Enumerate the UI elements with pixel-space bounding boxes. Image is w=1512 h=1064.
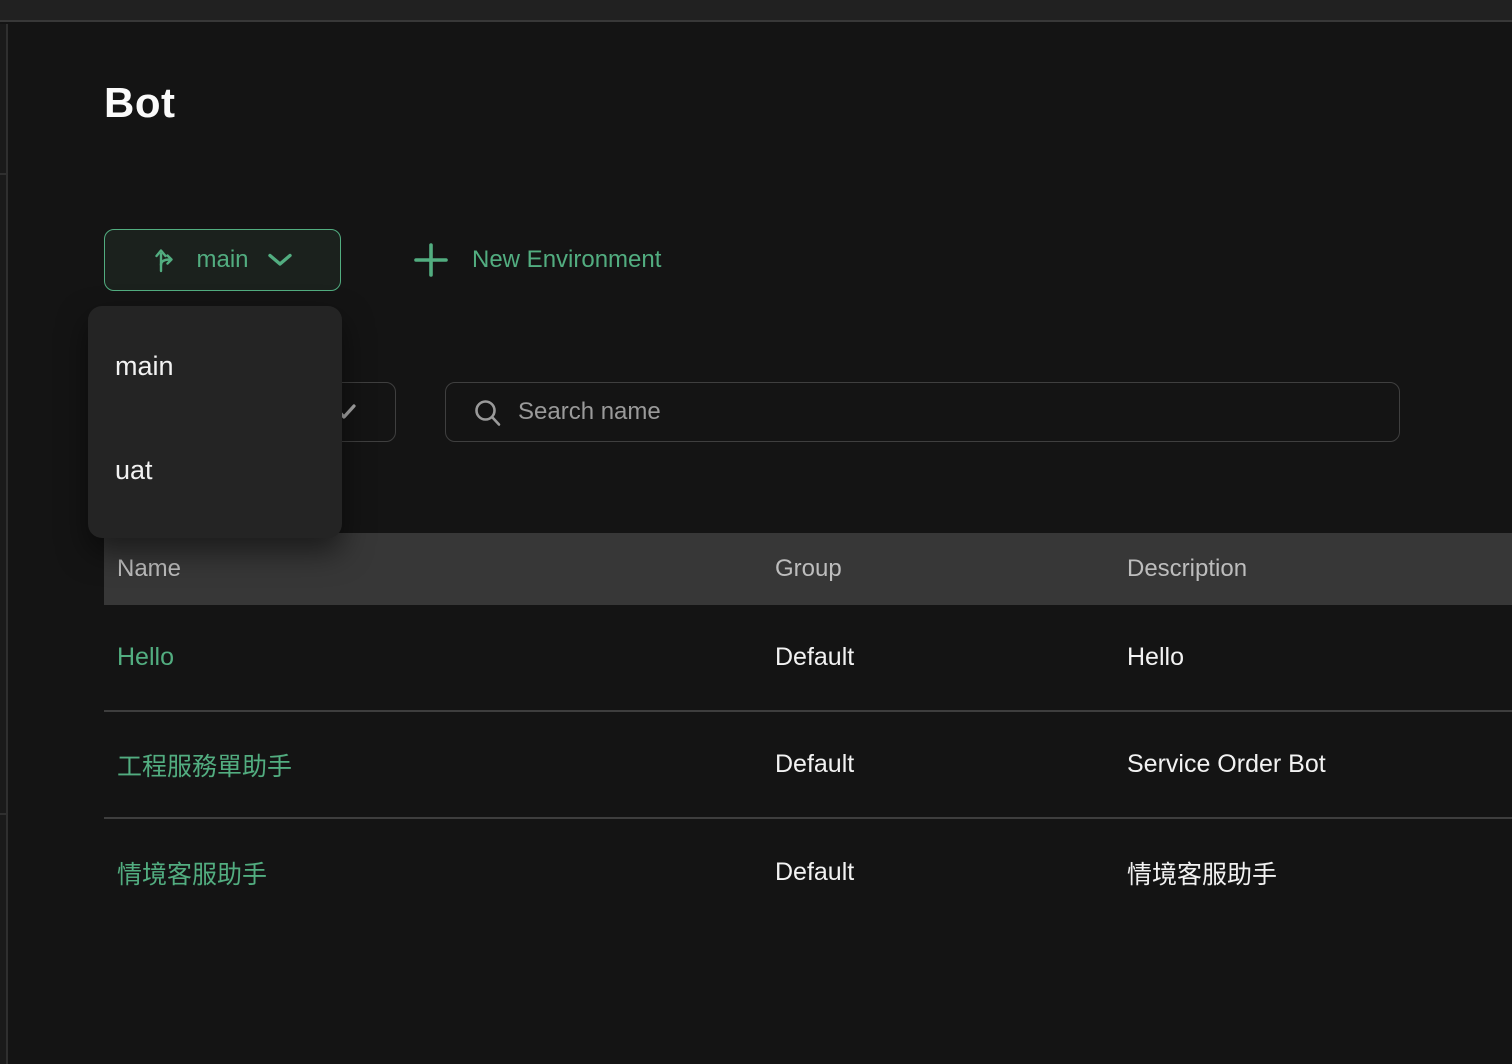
bot-group-cell: Default bbox=[762, 750, 1114, 779]
branch-menu-item-main[interactable]: main bbox=[88, 314, 342, 418]
bot-description-cell: 情境客服助手 bbox=[1114, 855, 1512, 891]
table-row: 工程服務單助手 Default Service Order Bot bbox=[104, 712, 1512, 819]
git-branch-icon bbox=[152, 245, 178, 275]
bot-group-cell: Default bbox=[762, 858, 1114, 887]
plus-icon bbox=[412, 241, 450, 279]
bot-description-cell: Service Order Bot bbox=[1114, 750, 1512, 779]
column-header-group: Group bbox=[762, 555, 1114, 583]
bot-name-cell: Hello bbox=[104, 643, 762, 672]
top-bar bbox=[0, 0, 1512, 22]
bot-table: Name Group Description Hello Default Hel… bbox=[104, 533, 1512, 926]
branch-menu-item-uat[interactable]: uat bbox=[88, 418, 342, 522]
table-row: Hello Default Hello bbox=[104, 605, 1512, 712]
search-input[interactable] bbox=[446, 383, 1399, 441]
table-header-row: Name Group Description bbox=[104, 533, 1512, 605]
bot-name-cell: 工程服務單助手 bbox=[104, 747, 762, 783]
column-header-name: Name bbox=[104, 555, 762, 583]
bot-name-cell: 情境客服助手 bbox=[104, 855, 762, 891]
bot-description-cell: Hello bbox=[1114, 643, 1512, 672]
page: Bot main New Environment bbox=[0, 0, 1512, 1064]
branch-dropdown-menu: main uat bbox=[88, 306, 342, 538]
bot-name-link[interactable]: 工程服務單助手 bbox=[117, 753, 292, 781]
left-panel-divider bbox=[0, 173, 8, 175]
bot-name-link[interactable]: Hello bbox=[117, 643, 174, 671]
chevron-down-icon bbox=[267, 253, 293, 267]
column-header-description: Description bbox=[1114, 555, 1512, 583]
search-box bbox=[445, 382, 1400, 442]
new-environment-label: New Environment bbox=[472, 246, 661, 274]
bot-group-cell: Default bbox=[762, 643, 1114, 672]
branch-selector-button[interactable]: main bbox=[104, 229, 341, 291]
left-panel-divider bbox=[0, 813, 8, 815]
branch-selector-label: main bbox=[196, 246, 248, 274]
left-panel-edge bbox=[0, 24, 8, 1064]
new-environment-button[interactable]: New Environment bbox=[412, 229, 661, 291]
bot-name-link[interactable]: 情境客服助手 bbox=[117, 861, 267, 889]
page-title: Bot bbox=[104, 80, 175, 126]
table-row: 情境客服助手 Default 情境客服助手 bbox=[104, 819, 1512, 926]
